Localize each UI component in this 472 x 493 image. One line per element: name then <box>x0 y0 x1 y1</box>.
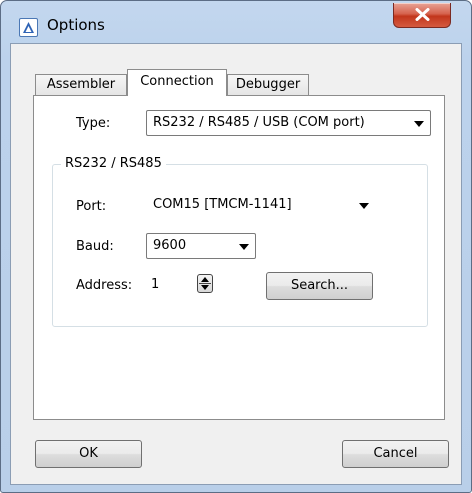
chevron-down-icon <box>359 203 369 209</box>
type-label: Type: <box>76 116 111 131</box>
port-dropdown-value: COM15 [TMCM-1141] <box>153 197 292 212</box>
baud-label: Baud: <box>76 239 114 254</box>
chevron-down-icon <box>414 121 424 127</box>
spinner-divider <box>199 283 211 284</box>
ok-button[interactable]: OK <box>35 440 142 468</box>
window-title: Options <box>47 16 105 34</box>
connection-tab-page: Type: RS232 / RS485 / USB (COM port) RS2… <box>33 95 445 420</box>
address-field[interactable]: 1 <box>146 273 194 297</box>
cancel-button[interactable]: Cancel <box>342 440 449 468</box>
baud-dropdown-value: 9600 <box>153 238 187 253</box>
port-label: Port: <box>76 199 107 214</box>
triangle-app-icon <box>19 18 38 37</box>
tab-label: Assembler <box>46 77 116 92</box>
tab-debugger[interactable]: Debugger <box>227 74 309 96</box>
address-spinner[interactable] <box>197 274 213 293</box>
spin-down-icon <box>201 285 209 290</box>
cancel-button-label: Cancel <box>373 446 418 461</box>
spin-up-icon <box>201 277 209 282</box>
title-bar[interactable]: Options <box>1 1 471 43</box>
search-button[interactable]: Search... <box>266 272 373 300</box>
address-label: Address: <box>76 278 133 293</box>
chevron-down-icon <box>239 244 249 250</box>
baud-dropdown[interactable]: 9600 <box>146 233 256 259</box>
port-dropdown[interactable]: COM15 [TMCM-1141] <box>146 192 376 218</box>
options-window: Options Assembler Connection Debugger Ty… <box>0 0 472 493</box>
dialog-client: Assembler Connection Debugger Type: RS23… <box>10 43 462 485</box>
close-button[interactable] <box>393 3 451 28</box>
ok-button-label: OK <box>79 446 98 461</box>
address-value: 1 <box>151 277 160 292</box>
search-button-label: Search... <box>290 278 349 293</box>
tab-label: Debugger <box>235 77 301 92</box>
type-dropdown-value: RS232 / RS485 / USB (COM port) <box>153 115 365 130</box>
group-title: RS232 / RS485 <box>61 156 166 171</box>
tab-label: Connection <box>140 74 214 89</box>
tab-assembler[interactable]: Assembler <box>35 74 127 96</box>
type-dropdown[interactable]: RS232 / RS485 / USB (COM port) <box>146 110 431 136</box>
tab-connection[interactable]: Connection <box>127 69 227 96</box>
